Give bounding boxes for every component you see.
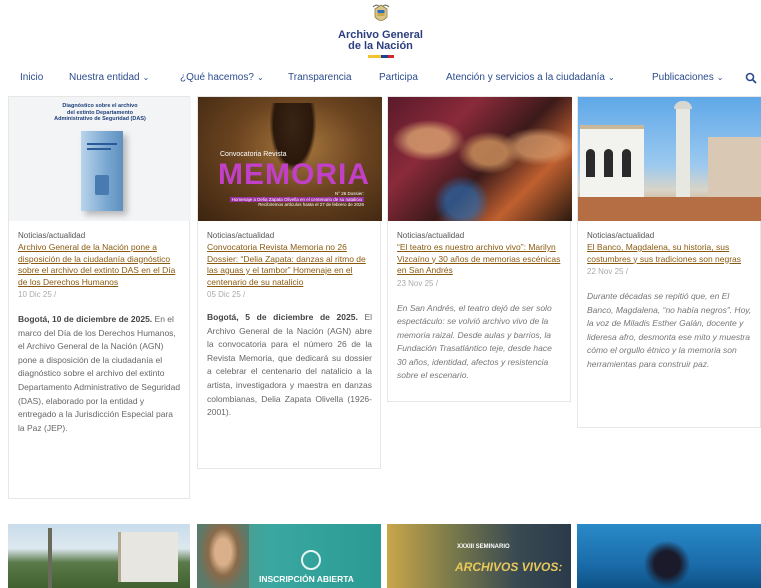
card-image[interactable]: [577, 524, 761, 588]
info-icon: [301, 550, 321, 570]
colonial-building-image: [578, 97, 761, 221]
card-image[interactable]: INSCRIPCIÓN ABIERTA: [197, 524, 381, 588]
card-image[interactable]: [8, 524, 190, 588]
news-card: INSCRIPCIÓN ABIERTA: [197, 524, 381, 588]
nav-label: Participa: [379, 72, 418, 83]
card-category: Noticias/actualidad: [207, 231, 275, 240]
nav-label: Publicaciones: [652, 72, 714, 83]
card-title-link[interactable]: Convocatoria Revista Memoria no 26 Dossi…: [207, 242, 372, 288]
card-image[interactable]: Convocatoria Revista MEMORIA N° 26 Dossi…: [198, 97, 382, 221]
nav-label: Inicio: [20, 72, 44, 83]
coat-of-arms-icon: [372, 4, 390, 21]
inscription-banner-text: INSCRIPCIÓN ABIERTA: [259, 574, 354, 584]
main-nav: Inicio Nuestra entidad ⌄ ¿Qué hacemos? ⌄ T…: [0, 72, 761, 90]
nav-item-transparencia[interactable]: Transparencia: [288, 72, 352, 83]
card-excerpt: En San Andrés, el teatro dejó de ser sol…: [397, 302, 552, 381]
news-card: Convocatoria Revista MEMORIA N° 26 Dossi…: [197, 96, 382, 469]
chevron-down-icon: ⌄: [142, 73, 150, 82]
news-card: XXXIII SEMINARIO ARCHIVOS VIVOS:: [387, 524, 571, 588]
card-title-link[interactable]: El Banco, Magdalena, su historia, sus co…: [587, 242, 752, 265]
search-icon[interactable]: [745, 72, 757, 84]
seminar-line2: ARCHIVOS VIVOS:: [455, 560, 563, 574]
image-big-text: MEMORIA: [218, 158, 370, 191]
news-card: Noticias/actualidad “El teatro es nuestr…: [387, 96, 572, 402]
nav-item-participa[interactable]: Participa: [379, 72, 418, 83]
person-photo-image: [197, 524, 249, 588]
card-date: 10 Dic 25 /: [18, 290, 57, 299]
news-card: Noticias/actualidad El Banco, Magdalena,…: [577, 96, 761, 428]
excerpt-lead: Bogotá, 5 de diciembre de 2025.: [207, 312, 358, 322]
card-image[interactable]: [578, 97, 761, 221]
card-image[interactable]: Diagnóstico sobre el archivo del extinto…: [9, 97, 191, 221]
nav-item-que-hacemos[interactable]: ¿Qué hacemos? ⌄: [180, 72, 264, 83]
news-card: [577, 524, 761, 588]
card-title-link[interactable]: Archivo General de la Nación pone a disp…: [18, 242, 181, 288]
report-book-image: [81, 131, 123, 211]
site-logo[interactable]: Archivo General de la Nación: [0, 0, 761, 64]
nav-item-inicio[interactable]: Inicio: [20, 72, 43, 83]
chevron-down-icon: ⌄: [607, 73, 615, 82]
theater-performers-image: [388, 97, 572, 221]
seminar-line1: XXXIII SEMINARIO: [457, 544, 510, 550]
excerpt-text: En el marco del Día de los Derechos Huma…: [18, 314, 181, 433]
card-image[interactable]: XXXIII SEMINARIO ARCHIVOS VIVOS:: [387, 524, 571, 588]
card-category: Noticias/actualidad: [587, 231, 655, 240]
card-excerpt: Durante décadas se repitió que, en El Ba…: [587, 291, 752, 369]
nav-item-publicaciones[interactable]: Publicaciones ⌄: [652, 72, 723, 83]
card-date: 23 Nov 25 /: [397, 278, 438, 288]
nav-label: ¿Qué hacemos?: [180, 72, 254, 83]
image-sub2: Recibiremos artículos hasta el 27 de feb…: [258, 202, 364, 207]
chevron-down-icon: ⌄: [716, 73, 724, 82]
nav-item-nuestra-entidad[interactable]: Nuestra entidad ⌄: [69, 72, 149, 83]
flag-stripe: [368, 55, 394, 58]
nav-label: Nuestra entidad: [69, 72, 140, 83]
excerpt-lead: Bogotá, 10 de diciembre de 2025.: [18, 314, 153, 324]
news-card: Diagnóstico sobre el archivo del extinto…: [8, 96, 191, 499]
image-kicker: Convocatoria Revista: [220, 151, 287, 158]
excerpt-text: El Archivo General de la Nación (AGN) ab…: [207, 312, 373, 418]
card-date: 05 Dic 25 /: [207, 290, 246, 299]
card-image[interactable]: [388, 97, 572, 221]
image-caption: Administrativo de Seguridad (DAS): [54, 116, 146, 122]
diver-photo-image: [637, 534, 697, 588]
card-category: Noticias/actualidad: [18, 231, 86, 240]
nav-item-atencion[interactable]: Atención y servicios a la ciudadanía ⌄: [446, 72, 615, 83]
news-card: [8, 524, 190, 588]
building-photo-image: [118, 532, 178, 582]
card-date: 22 Nov 25 /: [587, 267, 628, 276]
nav-label: Atención y servicios a la ciudadanía: [446, 72, 605, 83]
card-excerpt: Bogotá, 5 de diciembre de 2025. El Archi…: [207, 311, 372, 420]
chevron-down-icon: ⌄: [256, 73, 264, 82]
card-title-link[interactable]: “El teatro es nuestro archivo vivo”: Mar…: [397, 242, 562, 277]
card-excerpt: Bogotá, 10 de diciembre de 2025. En el m…: [18, 313, 181, 435]
card-category: Noticias/actualidad: [397, 231, 465, 240]
nav-label: Transparencia: [288, 72, 352, 83]
logo-name-line2: de la Nación: [348, 40, 413, 52]
